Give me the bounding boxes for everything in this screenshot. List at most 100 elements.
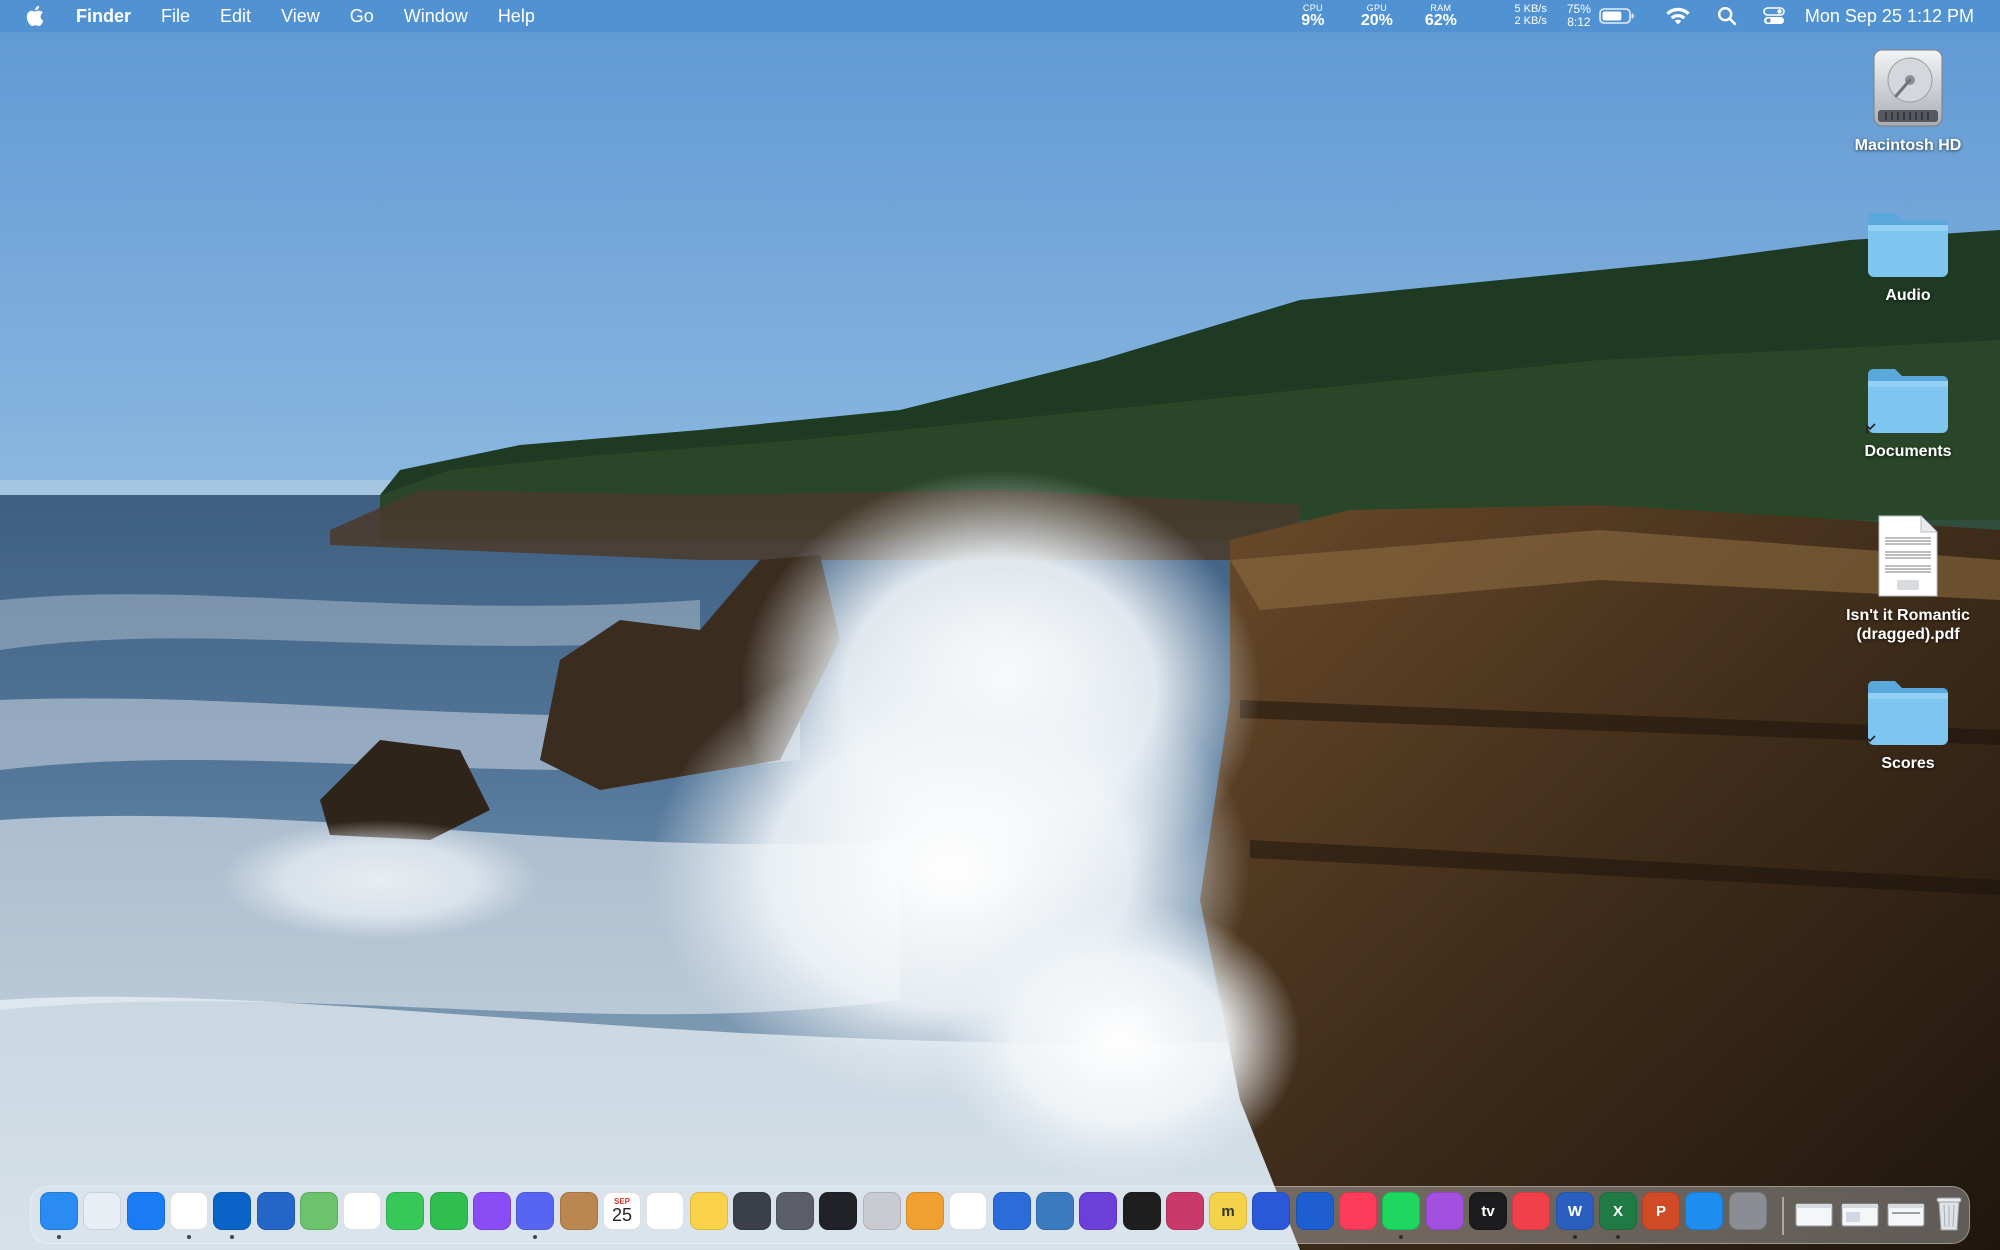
discord-icon — [516, 1192, 554, 1230]
dock-item-powerpoint[interactable]: P — [1642, 1192, 1680, 1230]
desktop-icon-pdf-file[interactable]: Isn't it Romantic (dragged).pdf — [1833, 514, 1983, 644]
calendar-day: 25 — [611, 1205, 633, 1225]
dock-item-excel[interactable]: X — [1599, 1192, 1637, 1230]
control-center-icon[interactable] — [1763, 0, 1785, 32]
chrome-icon — [170, 1192, 208, 1230]
desktop-icon-label: Audio — [1885, 287, 1931, 304]
launchpad-icon — [83, 1192, 121, 1230]
dock-item-finder[interactable] — [40, 1192, 78, 1230]
dock-item-calendar[interactable]: SEP 25 — [603, 1192, 641, 1230]
reminders-icon — [646, 1192, 684, 1230]
dock-item-notes[interactable] — [690, 1192, 728, 1230]
dock-item-disk-utility[interactable] — [863, 1192, 901, 1230]
dock-item-obs[interactable] — [819, 1192, 857, 1230]
battery-icon[interactable] — [1599, 0, 1635, 32]
dock-item-wavelab[interactable] — [1166, 1192, 1204, 1230]
dock-item-photos[interactable] — [343, 1192, 381, 1230]
dock-item-capcut[interactable] — [949, 1192, 987, 1230]
dock-item-spotify[interactable] — [1382, 1192, 1420, 1230]
dock-item-word[interactable]: W — [1556, 1192, 1594, 1230]
musescore-icon — [1079, 1192, 1117, 1230]
dock-item-compressor[interactable] — [776, 1192, 814, 1230]
cpu-meter[interactable]: CPU 9% — [1281, 3, 1345, 29]
desktop-icon-documents[interactable]: Documents — [1833, 364, 1983, 461]
system-settings-icon — [1729, 1192, 1767, 1230]
running-indicator — [57, 1235, 61, 1239]
dock-item-safari[interactable] — [127, 1192, 165, 1230]
calendar-icon: SEP 25 — [603, 1192, 641, 1230]
app-store-icon — [1685, 1192, 1723, 1230]
dock-item-ableton[interactable] — [906, 1192, 944, 1230]
desktop-icon-audio[interactable]: Audio — [1833, 208, 1983, 305]
dock-item-outlook[interactable] — [213, 1192, 251, 1230]
running-indicator — [1573, 1235, 1577, 1239]
safari-icon — [127, 1192, 165, 1230]
dock-item-news[interactable] — [1512, 1192, 1550, 1230]
desktop-icon-label: Scores — [1881, 755, 1935, 772]
menu-app-name[interactable]: Finder — [76, 6, 131, 27]
wifi-icon[interactable] — [1665, 0, 1691, 32]
podcasts-icon — [1426, 1192, 1464, 1230]
desktop-icon-label: Macintosh HD — [1854, 137, 1962, 154]
trash-icon — [1936, 1197, 1962, 1231]
loopback-icon — [1036, 1192, 1074, 1230]
dock-item-recent-window-1[interactable] — [1794, 1192, 1834, 1230]
dock-item-maps[interactable] — [300, 1192, 338, 1230]
desktop-icon-scores[interactable]: Scores — [1833, 676, 1983, 773]
battery-time: 8:12 — [1567, 15, 1591, 29]
dock-item-mission-control[interactable] — [257, 1192, 295, 1230]
dock-item-facetime[interactable] — [430, 1192, 468, 1230]
notes-icon — [690, 1192, 728, 1230]
dock-item-activity-monitor[interactable] — [1123, 1192, 1161, 1230]
menu-go[interactable]: Go — [350, 6, 374, 27]
dock-item-launchpad[interactable] — [83, 1192, 121, 1230]
menu-edit[interactable]: Edit — [220, 6, 251, 27]
battery-readout[interactable]: 75% 8:12 — [1567, 3, 1591, 28]
dock-item-recent-window-2[interactable] — [1840, 1192, 1880, 1230]
compressor-icon — [776, 1192, 814, 1230]
menu-bar-clock[interactable]: Mon Sep 25 1:12 PM — [1805, 6, 1974, 27]
gpu-meter[interactable]: GPU 20% — [1345, 3, 1409, 29]
contacts-icon — [560, 1192, 598, 1230]
dock-item-apple-tv[interactable]: tv — [1469, 1192, 1507, 1230]
apple-tv-icon: tv — [1469, 1192, 1507, 1230]
dock-item-contacts[interactable] — [560, 1192, 598, 1230]
menu-help[interactable]: Help — [498, 6, 535, 27]
dock-item-bitwarden[interactable] — [1296, 1192, 1334, 1230]
dock-item-discord[interactable] — [516, 1192, 554, 1230]
dock-item-messages[interactable] — [386, 1192, 424, 1230]
dock-item-app-switcher[interactable] — [1252, 1192, 1290, 1230]
dock-item-trash[interactable] — [1931, 1192, 1967, 1231]
mixcraft-glyph: m — [1221, 1202, 1235, 1220]
outlook-icon — [213, 1192, 251, 1230]
dock-item-recent-window-3[interactable] — [1886, 1192, 1926, 1230]
dock-item-reminders[interactable] — [646, 1192, 684, 1230]
dock-item-system-settings[interactable] — [1729, 1192, 1767, 1230]
network-meter[interactable]: 5 KB/s 2 KB/s — [1479, 4, 1547, 27]
apple-menu[interactable] — [22, 2, 50, 30]
menu-view[interactable]: View — [281, 6, 320, 27]
menu-window[interactable]: Window — [404, 6, 468, 27]
finder-icon — [40, 1192, 78, 1230]
running-indicator — [1399, 1235, 1403, 1239]
dock-item-messenger[interactable] — [473, 1192, 511, 1230]
activity-monitor-icon — [1123, 1192, 1161, 1230]
dock-item-music[interactable] — [1339, 1192, 1377, 1230]
menu-file[interactable]: File — [161, 6, 190, 27]
word-glyph: W — [1567, 1202, 1583, 1220]
window-thumbnail-icon — [1841, 1203, 1879, 1227]
spotify-icon — [1382, 1192, 1420, 1230]
network-download: 2 KB/s — [1514, 15, 1547, 27]
dock-item-app-store[interactable] — [1685, 1192, 1723, 1230]
dock-item-chrome[interactable] — [170, 1192, 208, 1230]
dock-item-loopback[interactable] — [1036, 1192, 1074, 1230]
dock-item-audio-hijack[interactable] — [993, 1192, 1031, 1230]
desktop-icon-macintosh-hd[interactable]: Macintosh HD — [1833, 46, 1983, 155]
cpu-value: 9% — [1301, 11, 1325, 29]
ram-meter[interactable]: RAM 62% — [1409, 3, 1473, 29]
spotlight-search-icon[interactable] — [1717, 0, 1737, 32]
dock-item-podcasts[interactable] — [1426, 1192, 1464, 1230]
dock-item-mixcraft[interactable]: m — [1209, 1192, 1247, 1230]
dock-item-musescore[interactable] — [1079, 1192, 1117, 1230]
dock-item-davinci-resolve[interactable] — [733, 1192, 771, 1230]
